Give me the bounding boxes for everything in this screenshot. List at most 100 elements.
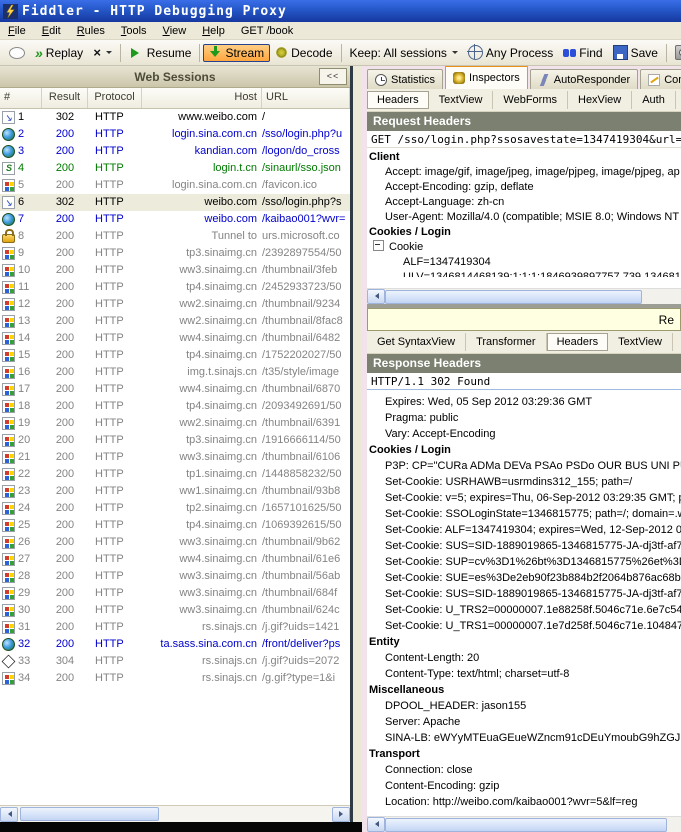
inspector-tab[interactable]: TextView [429,91,494,109]
table-row[interactable]: 9 200 HTTP tp3.sinaimg.cn /2392897554/50 [0,245,350,262]
table-row[interactable]: 8 200 HTTP Tunnel to urs.microsoft.co [0,228,350,245]
main-tab[interactable]: Inspectors [445,66,528,89]
session-protocol: HTTP [88,517,142,534]
scroll-left-button[interactable] [367,289,385,304]
inspector-tab[interactable]: ImageView [673,333,681,351]
save-button[interactable]: Save [608,43,663,62]
tree-collapse-icon[interactable] [373,240,384,251]
sessions-horizontal-scrollbar[interactable] [0,805,350,822]
table-row[interactable]: 18 200 HTTP tp4.sinaimg.cn /2093492691/5… [0,398,350,415]
table-row[interactable]: 24 200 HTTP tp2.sinaimg.cn /1657101625/5… [0,500,350,517]
session-result: 200 [42,347,88,364]
inspector-tab[interactable]: WebForms [493,91,568,109]
keep-sessions-dropdown[interactable]: Keep: All sessions [345,44,463,62]
table-row[interactable]: 29 200 HTTP ww3.sinaimg.cn /thumbnail/68… [0,585,350,602]
session-host: img.t.sinajs.cn [142,364,262,381]
table-row[interactable]: 17 200 HTTP ww4.sinaimg.cn /thumbnail/68… [0,381,350,398]
session-type-icon [2,162,15,175]
session-url: /thumbnail/6391 [262,415,350,432]
table-row[interactable]: 21 200 HTTP ww3.sinaimg.cn /thumbnail/61… [0,449,350,466]
response-horizontal-scrollbar[interactable] [367,816,681,832]
table-row[interactable]: 33 304 HTTP rs.sinajs.cn /j.gif?uids=207… [0,653,350,670]
table-row[interactable]: 10 200 HTTP ww3.sinaimg.cn /thumbnail/3f… [0,262,350,279]
scrollbar-thumb[interactable] [20,807,159,821]
menu-item[interactable]: GET /book [233,23,301,39]
menu-item[interactable]: Edit [34,23,69,39]
table-row[interactable]: 22 200 HTTP tp1.sinaimg.cn /1448858232/5… [0,466,350,483]
request-horizontal-scrollbar[interactable] [367,288,681,304]
inspector-tab[interactable]: TextView [608,333,673,351]
collapse-panel-button[interactable]: << [319,68,347,85]
session-url: /2452933723/50 [262,279,350,296]
table-row[interactable]: 25 200 HTTP tp4.sinaimg.cn /1069392615/5… [0,517,350,534]
screenshot-button[interactable] [670,43,681,62]
menu-item[interactable]: Rules [69,23,113,39]
main-tab[interactable]: Statistics [367,69,443,89]
table-row[interactable]: 16 200 HTTP img.t.sinajs.cn /t35/style/i… [0,364,350,381]
table-row[interactable]: 4 200 HTTP login.t.cn /sinaurl/sso.json [0,160,350,177]
scroll-right-button[interactable] [332,807,350,822]
table-row[interactable]: 3 200 HTTP kandian.com /logon/do_cross [0,143,350,160]
session-url: /thumbnail/61e6 [262,551,350,568]
response-encoding-notice[interactable]: Re [367,308,681,331]
table-row[interactable]: 34 200 HTTP rs.sinajs.cn /g.gif?type=1&i [0,670,350,687]
table-row[interactable]: 2 200 HTTP login.sina.com.cn /sso/login.… [0,126,350,143]
decode-button[interactable]: Decode [270,44,337,62]
scrollbar-thumb[interactable] [385,818,667,832]
table-row[interactable]: 26 200 HTTP ww3.sinaimg.cn /thumbnail/9b… [0,534,350,551]
table-row[interactable]: 7 200 HTTP weibo.com /kaibao001?wvr= [0,211,350,228]
resume-button[interactable]: Resume [124,44,197,62]
main-tab[interactable]: Composer [640,69,681,89]
table-row[interactable]: 6 302 HTTP weibo.com /sso/login.php?s [0,194,350,211]
inspector-tab[interactable]: Cookies [676,91,681,109]
decode-gear-icon [275,46,288,59]
inspector-tab[interactable]: Transformer [466,333,547,351]
table-row[interactable]: 13 200 HTTP ww2.sinaimg.cn /thumbnail/8f… [0,313,350,330]
table-row[interactable]: 20 200 HTTP tp3.sinaimg.cn /1916666114/5… [0,432,350,449]
session-number: 4 [18,160,24,177]
menu-item[interactable]: View [155,23,195,39]
find-button[interactable]: Find [558,44,607,62]
menu-item[interactable]: File [0,23,34,39]
any-process-button[interactable]: Any Process [463,43,558,62]
column-header-url[interactable]: URL [262,88,350,108]
table-row[interactable]: 1 302 HTTP www.weibo.com / [0,109,350,126]
table-row[interactable]: 15 200 HTTP tp4.sinaimg.cn /1752202027/5… [0,347,350,364]
remove-button[interactable]: × [88,45,117,60]
main-tab[interactable]: AutoResponder [530,69,638,89]
inspector-tab[interactable]: HexView [568,91,632,109]
header-line: Set-Cookie: USRHAWB=usrmdins312_155; pat… [367,474,681,490]
column-header-protocol[interactable]: Protocol [88,88,142,108]
table-row[interactable]: 19 200 HTTP ww2.sinaimg.cn /thumbnail/63… [0,415,350,432]
column-header-number[interactable]: # [0,88,42,108]
header-line: Content-Encoding: gzip [367,778,681,794]
scroll-left-button[interactable] [367,817,385,832]
inspector-tab[interactable]: Headers [367,91,429,109]
session-host: ww3.sinaimg.cn [142,534,262,551]
column-header-host[interactable]: Host [142,88,262,108]
inspector-tab[interactable]: Auth [632,91,676,109]
column-header-result[interactable]: Result [42,88,88,108]
table-row[interactable]: 14 200 HTTP ww4.sinaimg.cn /thumbnail/64… [0,330,350,347]
replay-button[interactable]: »Replay [30,44,88,62]
menu-item[interactable]: Help [194,23,233,39]
stream-button[interactable]: Stream [203,44,270,62]
comment-button[interactable] [4,44,30,61]
table-row[interactable]: 32 200 HTTP ta.sass.sina.com.cn /front/d… [0,636,350,653]
table-row[interactable]: 30 200 HTTP ww3.sinaimg.cn /thumbnail/62… [0,602,350,619]
session-host: ww4.sinaimg.cn [142,381,262,398]
session-number: 9 [18,245,24,262]
table-row[interactable]: 5 200 HTTP login.sina.com.cn /favicon.ic… [0,177,350,194]
scroll-left-button[interactable] [0,807,18,822]
table-row[interactable]: 31 200 HTTP rs.sinajs.cn /j.gif?uids=142… [0,619,350,636]
table-row[interactable]: 12 200 HTTP ww2.sinaimg.cn /thumbnail/92… [0,296,350,313]
table-row[interactable]: 23 200 HTTP ww1.sinaimg.cn /thumbnail/93… [0,483,350,500]
scrollbar-thumb[interactable] [385,290,642,304]
inspector-tab[interactable]: Headers [547,333,609,351]
table-row[interactable]: 27 200 HTTP ww4.sinaimg.cn /thumbnail/61… [0,551,350,568]
menu-item[interactable]: Tools [113,23,155,39]
inspector-tab[interactable]: Get SyntaxView [367,333,466,351]
table-row[interactable]: 11 200 HTTP tp4.sinaimg.cn /2452933723/5… [0,279,350,296]
session-result: 200 [42,398,88,415]
table-row[interactable]: 28 200 HTTP ww3.sinaimg.cn /thumbnail/56… [0,568,350,585]
